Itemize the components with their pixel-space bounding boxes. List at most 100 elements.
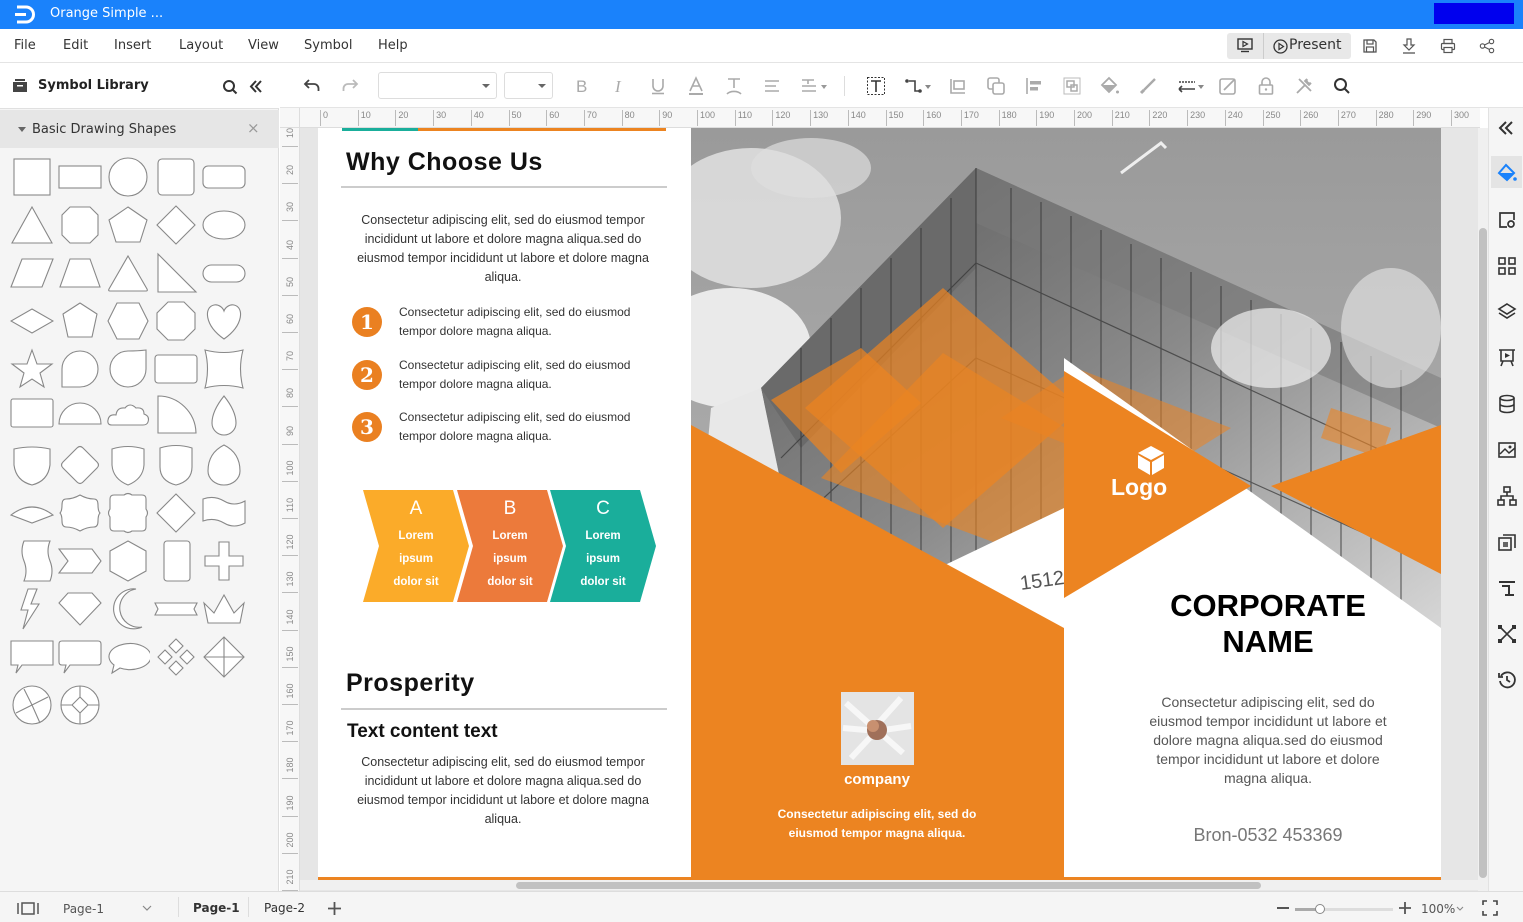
menu-help[interactable]: Help: [378, 38, 408, 53]
menu-insert[interactable]: Insert: [114, 38, 151, 53]
collapse-panel-icon[interactable]: [249, 80, 263, 93]
shape-concave-square[interactable]: [202, 347, 246, 391]
zoom-out-icon[interactable]: [1277, 907, 1289, 909]
corporate-name[interactable]: CORPORATE NAME: [1092, 588, 1441, 660]
canvas[interactable]: Why Choose Us Consectetur adipiscing eli…: [300, 128, 1480, 891]
edit-shape-icon[interactable]: [1218, 76, 1238, 96]
line-spacing-icon[interactable]: [800, 76, 828, 96]
font-color-icon[interactable]: [686, 76, 706, 96]
shape-aperture[interactable]: [10, 683, 54, 727]
download-icon[interactable]: [1401, 38, 1417, 54]
close-icon[interactable]: ×: [247, 119, 260, 137]
share-icon[interactable]: [1479, 38, 1495, 54]
history-icon[interactable]: [1497, 670, 1517, 690]
shape-heart[interactable]: [202, 299, 246, 343]
shape-rhombus[interactable]: [9, 299, 55, 343]
add-page-icon[interactable]: [328, 902, 341, 915]
zoom-slider-handle[interactable]: [1314, 904, 1325, 914]
page-settings-icon[interactable]: [1497, 210, 1517, 230]
collapse-icon[interactable]: [1497, 120, 1515, 136]
chevron-down-icon[interactable]: [1456, 906, 1464, 911]
group-shapes-icon[interactable]: [1497, 532, 1517, 552]
underline-icon[interactable]: [648, 76, 668, 96]
italic-icon[interactable]: I: [610, 76, 630, 96]
shape-wave-vertical[interactable]: [10, 539, 54, 583]
presentation-icon[interactable]: [1497, 348, 1517, 368]
company-label[interactable]: company: [802, 771, 952, 788]
chevron-a[interactable]: A Lorem ipsum dolor sit: [363, 490, 469, 602]
shape-parallelogram[interactable]: [10, 251, 54, 295]
shape-diamond-2[interactable]: [154, 491, 198, 535]
arrange-icon[interactable]: [986, 76, 1006, 96]
shape-hexagon[interactable]: [106, 299, 150, 343]
menu-symbol[interactable]: Symbol: [304, 38, 352, 53]
brochure-page[interactable]: Why Choose Us Consectetur adipiscing eli…: [318, 128, 1441, 884]
menu-view[interactable]: View: [248, 38, 279, 53]
shape-rounded-rectangle[interactable]: [202, 155, 246, 199]
shape-chevron[interactable]: [57, 539, 102, 583]
subheading[interactable]: Text content text: [347, 721, 498, 743]
present-button[interactable]: Present: [1289, 37, 1342, 53]
shape-pentagon[interactable]: [106, 203, 150, 247]
window-control-area[interactable]: [1434, 3, 1514, 24]
redo-icon[interactable]: [340, 76, 360, 96]
tab-page-1[interactable]: Page-1: [193, 901, 240, 915]
search-icon[interactable]: [222, 79, 238, 95]
shape-octagon[interactable]: [154, 299, 198, 343]
lock-icon[interactable]: [1256, 76, 1276, 96]
shape-drop[interactable]: [202, 395, 246, 439]
shape-speech-rounded[interactable]: [58, 635, 102, 679]
shape-speech-oval[interactable]: [106, 635, 152, 679]
horizontal-scrollbar[interactable]: [300, 880, 1478, 890]
shape-shield-3[interactable]: [154, 443, 198, 487]
shape-star[interactable]: [10, 347, 54, 391]
zoom-slider[interactable]: [1295, 904, 1393, 914]
shape-trapezoid[interactable]: [58, 251, 102, 295]
shape-leaf[interactable]: [106, 347, 150, 391]
chevron-b[interactable]: B Lorem ipsum dolor sit: [457, 490, 563, 602]
shape-fan[interactable]: [9, 491, 55, 535]
zoom-level[interactable]: 100%: [1421, 902, 1455, 916]
shape-ellipse[interactable]: [202, 203, 246, 247]
shape-rounded-rect-wide[interactable]: [154, 347, 198, 391]
prosperity-text[interactable]: Consectetur adipiscing elit, sed do eius…: [342, 753, 664, 829]
align-shapes-icon[interactable]: [948, 76, 968, 96]
logo-label[interactable]: Logo: [1111, 474, 1167, 501]
line-style-icon[interactable]: [1176, 76, 1206, 96]
shape-rectangle[interactable]: [58, 155, 102, 199]
tab-page-2[interactable]: Page-2: [264, 901, 305, 915]
save-icon[interactable]: [1362, 38, 1378, 54]
shape-capsule[interactable]: [202, 251, 246, 295]
shape-teardrop-left[interactable]: [58, 347, 102, 391]
print-icon[interactable]: [1440, 38, 1456, 54]
search-icon[interactable]: [1332, 76, 1352, 96]
shape-quarter-circle[interactable]: [154, 395, 198, 439]
phone-number[interactable]: Bron-0532 453369: [1118, 825, 1418, 846]
menu-file[interactable]: File: [14, 38, 36, 53]
shape-rounded-diamond[interactable]: [58, 443, 102, 487]
bold-icon[interactable]: B: [572, 76, 592, 96]
page-view-icon[interactable]: [17, 902, 39, 915]
distribute-icon[interactable]: [1024, 76, 1044, 96]
shape-four-diamonds[interactable]: [154, 635, 198, 679]
mind-map-icon[interactable]: [1497, 624, 1517, 644]
shape-octagon-rounded[interactable]: [58, 203, 102, 247]
shape-rounded-square[interactable]: [154, 155, 198, 199]
shape-shield[interactable]: [10, 443, 54, 487]
intro-text[interactable]: Consectetur adipiscing elit, sed do eius…: [342, 211, 664, 287]
shape-speech-rect[interactable]: [10, 635, 54, 679]
align-text-icon[interactable]: [762, 76, 782, 96]
shape-right-triangle[interactable]: [154, 251, 198, 295]
shape-half-circle[interactable]: [58, 395, 102, 439]
connector-icon[interactable]: [904, 76, 934, 96]
shape-cross[interactable]: [202, 539, 246, 583]
shape-split-diamond[interactable]: [202, 635, 246, 679]
bullet-text-2[interactable]: Consectetur adipiscing elit, sed do eius…: [399, 356, 659, 394]
corporate-description[interactable]: Consectetur adipiscing elit, sed do eius…: [1148, 693, 1388, 788]
menu-edit[interactable]: Edit: [63, 38, 88, 53]
shape-hexagon-vertical[interactable]: [106, 539, 150, 583]
shape-crescent[interactable]: [106, 587, 150, 631]
shape-lightning[interactable]: [10, 587, 54, 631]
shape-rounded-pentagon[interactable]: [58, 299, 102, 343]
scroll-thumb[interactable]: [1479, 228, 1487, 878]
